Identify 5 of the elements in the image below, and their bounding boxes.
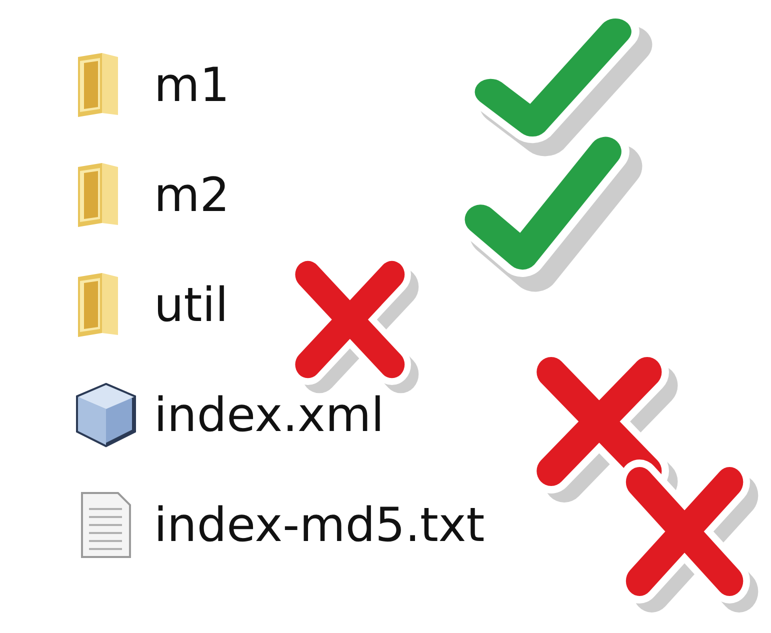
file-name: index.xml [154, 388, 384, 442]
file-name: m2 [154, 168, 230, 222]
file-name: m1 [154, 58, 230, 112]
file-name: index-md5.txt [154, 498, 485, 552]
file-name: util [154, 278, 228, 332]
